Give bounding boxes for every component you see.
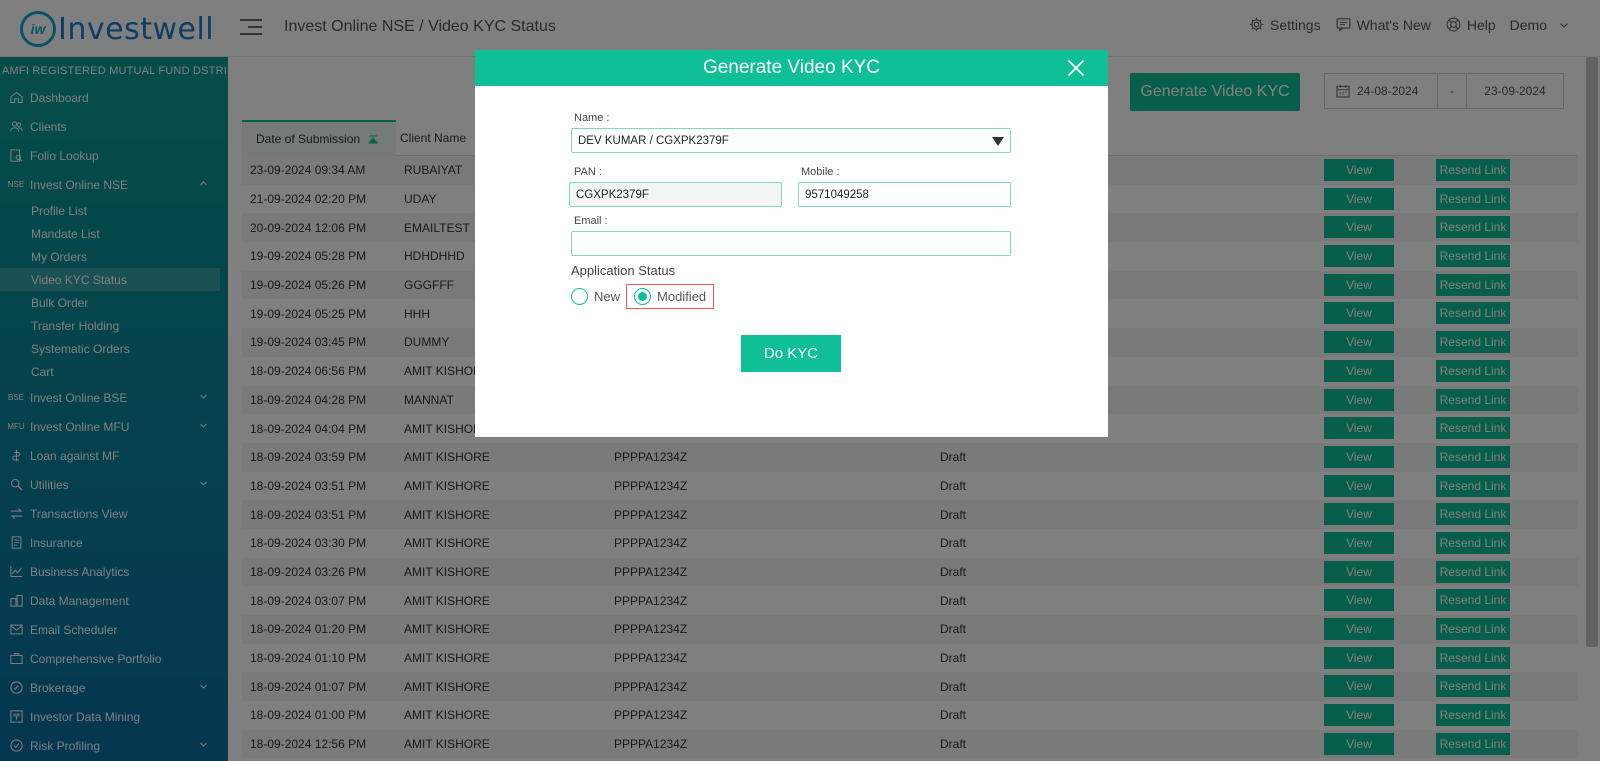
pan-label: PAN : bbox=[574, 166, 602, 178]
radio-modified-label: Modified bbox=[657, 289, 707, 304]
radio-selected-dot bbox=[638, 292, 648, 301]
radio-modified[interactable] bbox=[634, 288, 652, 305]
radio-option-new[interactable]: New bbox=[571, 288, 620, 305]
application-status-label: Application Status bbox=[571, 263, 676, 278]
mobile-value: 9571049258 bbox=[805, 188, 869, 201]
dropdown-arrow-icon bbox=[992, 137, 1004, 146]
name-select[interactable]: DEV KUMAR / CGXPK2379F bbox=[571, 128, 1011, 153]
radio-new-label: New bbox=[594, 289, 621, 304]
radio-option-modified[interactable]: Modified bbox=[626, 284, 715, 309]
modal-title: Generate Video KYC bbox=[702, 57, 881, 78]
do-kyc-button[interactable]: Do KYC bbox=[741, 335, 841, 372]
email-field[interactable] bbox=[571, 231, 1011, 256]
name-label: Name : bbox=[574, 112, 610, 124]
pan-field[interactable]: CGXPK2379F bbox=[569, 182, 782, 207]
mobile-label: Mobile : bbox=[801, 166, 840, 178]
name-select-value: DEV KUMAR / CGXPK2379F bbox=[578, 134, 729, 147]
modal-header: Generate Video KYC bbox=[475, 50, 1108, 86]
pan-value: CGXPK2379F bbox=[576, 188, 649, 201]
mobile-field[interactable]: 9571049258 bbox=[798, 182, 1011, 207]
generate-video-kyc-modal: Generate Video KYC Name : DEV KUMAR / CG… bbox=[475, 50, 1108, 437]
application-status-radio-group: New Modified bbox=[571, 284, 715, 309]
radio-new[interactable] bbox=[571, 288, 588, 305]
email-label: Email : bbox=[574, 215, 608, 227]
close-icon[interactable] bbox=[1066, 58, 1086, 78]
